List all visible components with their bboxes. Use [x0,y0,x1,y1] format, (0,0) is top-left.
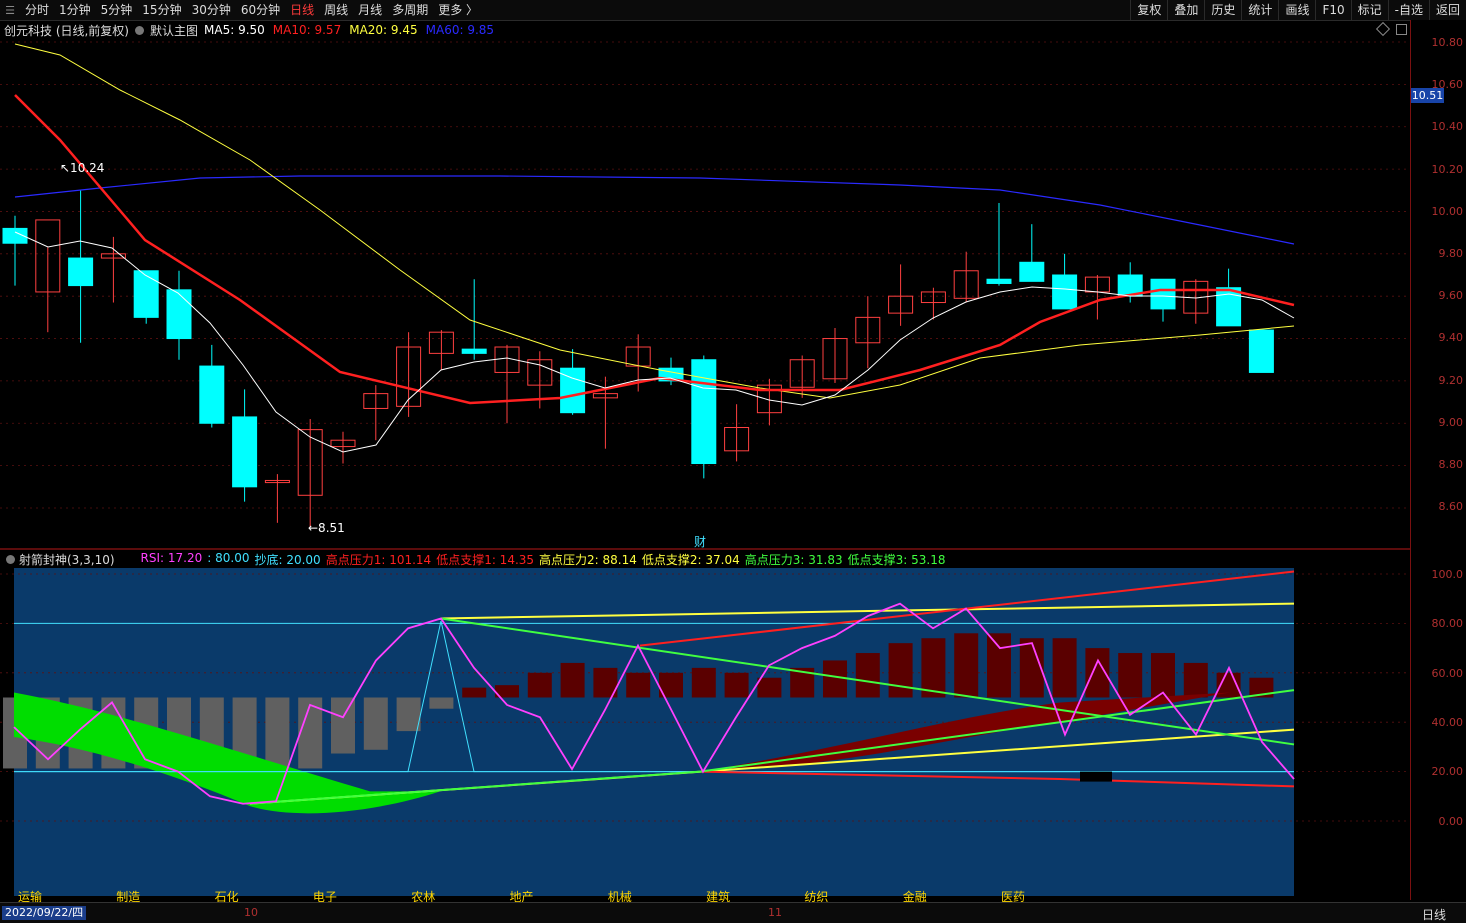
histogram-bar [331,697,355,754]
histogram-bar [921,638,946,698]
candle-body [461,348,487,354]
price-tick-label: 10.80 [1431,36,1464,49]
candle-body [986,278,1012,284]
cursor-date: 2022/09/22/四 [2,906,87,920]
high-marker: ↖10.24 [60,161,104,175]
histogram-bar [724,672,749,698]
month-tick: 10 [244,906,258,919]
histogram-bar [626,672,651,698]
marker-box [1080,771,1112,782]
ma60-line [14,175,1295,245]
histogram-bar [429,697,454,709]
price-tick-label: 9.00 [1438,415,1464,429]
histogram-bar [691,667,716,698]
indicator-tick-label: 80.00 [1431,617,1464,631]
price-axis: 10.80 10.60 10.40 10.20 10.00 9.80 9.60 9.40 9.2… [1410,20,1466,900]
histogram-bar [396,697,421,732]
candle-body [1150,278,1176,310]
candle-body [199,365,225,424]
histogram-bar [987,633,1011,698]
price-tick-label: 10.00 [1431,204,1464,218]
price-tick-label: 10.20 [1431,162,1464,176]
price-tick-label: 9.40 [1438,331,1464,345]
indicator-tick-label: 0.00 [1438,814,1464,828]
histogram-bar [363,697,388,750]
candle-body [1052,274,1078,310]
price-tick-label: 10.40 [1431,120,1464,134]
indicator-tick-label: 20.00 [1431,765,1464,779]
histogram-bar [462,687,487,698]
histogram-bar [560,662,585,698]
histogram-bar [757,677,782,698]
candle-body [166,289,192,340]
candle-body [1248,329,1274,373]
candle-body [1216,287,1242,327]
histogram-bar [888,643,913,698]
tool-button[interactable]: 返回 [1428,0,1466,20]
histogram-bar [954,633,979,698]
histogram-bar [823,660,847,698]
ma20-line [14,43,1295,399]
indicator-tick-label: 60.00 [1431,666,1464,680]
histogram-bar [1183,662,1208,698]
candle-body [133,270,159,318]
histogram-bar [1118,653,1143,698]
candle-body [691,359,717,465]
current-price-tag: 10.51 [1411,88,1444,103]
candle-body [232,416,258,488]
chart-canvas[interactable]: ↖10.24 ←8.51 财 [0,0,1410,902]
kline-type-label[interactable]: 日线 [1422,906,1446,923]
histogram-bar [527,672,552,698]
month-tick: 11 [768,906,782,919]
price-tick-label: 9.20 [1438,373,1464,387]
price-tick-label: 8.80 [1438,458,1464,471]
histogram-bar [265,697,290,769]
candle-body [1019,261,1045,282]
candle-body [68,257,94,287]
indicator-tick-label: 100.0 [1431,568,1464,581]
low-marker: ←8.51 [308,521,345,535]
ma10-line [14,94,1295,405]
price-tick-label: 9.80 [1438,247,1464,260]
histogram-bar [1151,653,1175,698]
date-axis: 2022/09/22/四 10 11 日线 [0,902,1466,923]
price-tick-label: 9.60 [1438,289,1464,303]
indicator-tick-label: 40.00 [1431,715,1464,729]
price-tick-label: 8.60 [1438,500,1464,514]
histogram-bar [1052,638,1077,698]
histogram-bar [855,653,880,698]
finance-event-marker: 财 [694,535,706,549]
